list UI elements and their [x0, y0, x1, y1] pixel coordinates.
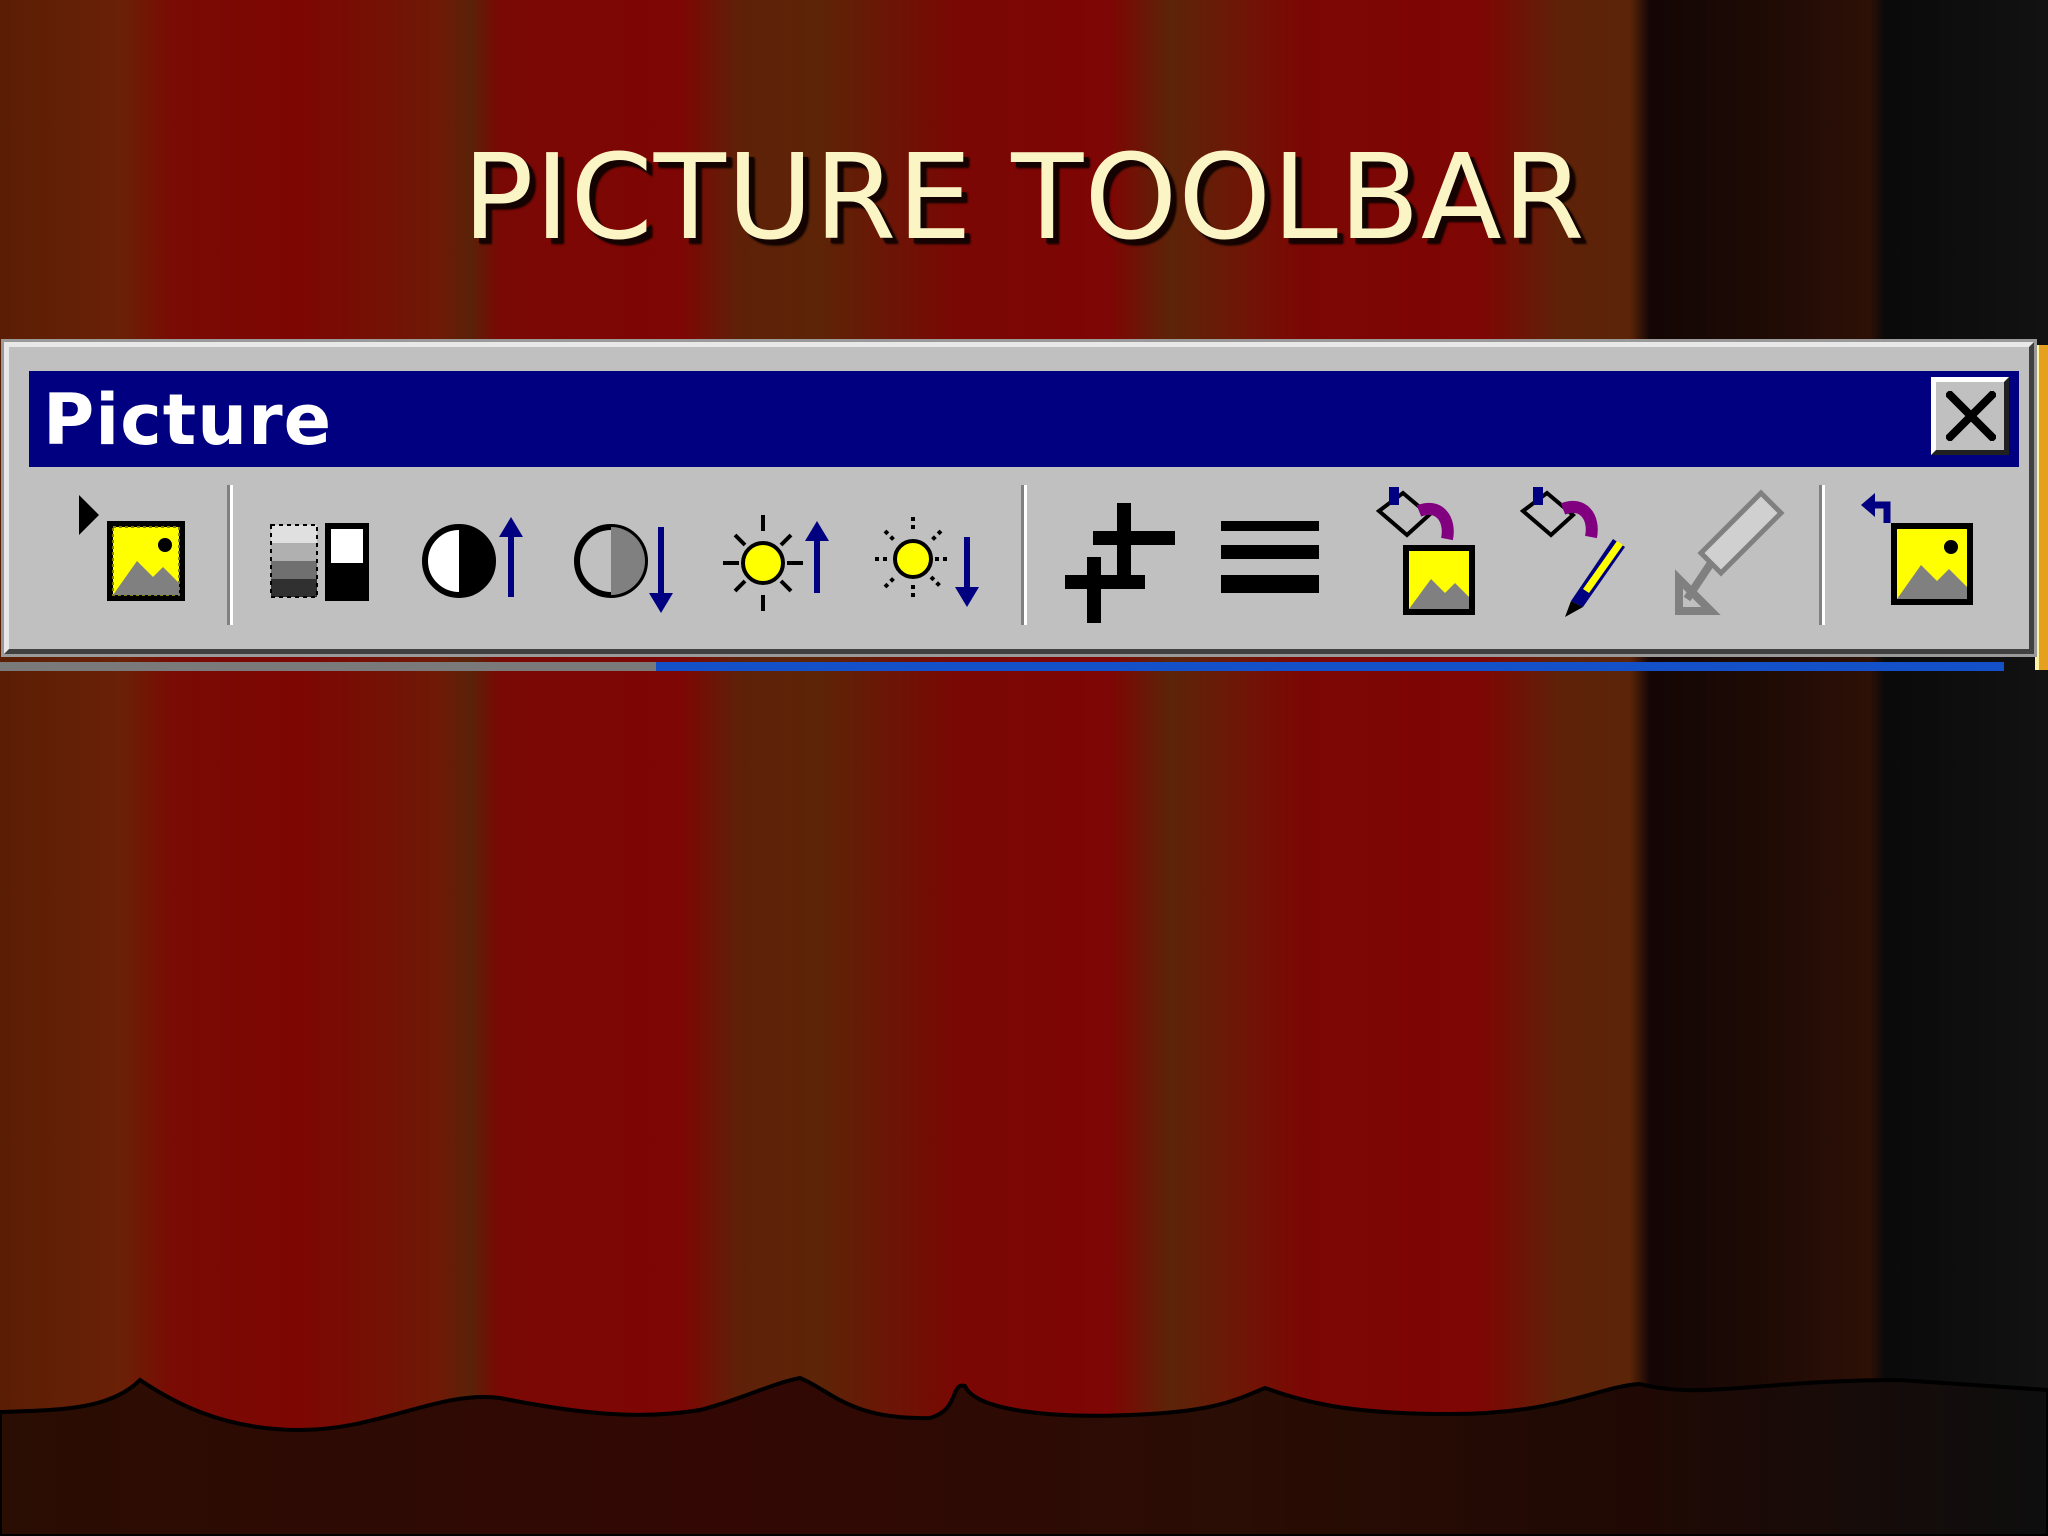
stage-floor: [0, 1375, 2048, 1536]
format-picture-button[interactable]: [1359, 483, 1479, 623]
background-window-edge: [2035, 345, 2048, 670]
less-brightness-button[interactable]: [869, 483, 989, 623]
line-style-icon: [1221, 521, 1319, 593]
toolbar-buttons: [9, 475, 2029, 635]
recolor-picture-button[interactable]: [1509, 483, 1629, 623]
more-brightness-button[interactable]: [717, 483, 837, 623]
set-transparent-color-icon: [1675, 489, 1785, 615]
more-contrast-button[interactable]: [413, 483, 533, 623]
reset-picture-button[interactable]: [1857, 483, 1977, 623]
insert-picture-button[interactable]: [69, 483, 189, 623]
close-icon: [1946, 391, 1996, 441]
recolor-picture-icon: [1519, 487, 1625, 617]
window-title: Picture: [43, 379, 333, 461]
image-control-button[interactable]: [261, 483, 381, 623]
background-strip-blue: [656, 662, 2004, 671]
crop-icon: [1065, 503, 1175, 623]
image-control-icon: [270, 523, 369, 601]
close-button[interactable]: [1931, 377, 2009, 455]
set-transparent-color-button[interactable]: [1669, 483, 1789, 623]
crop-button[interactable]: [1059, 483, 1179, 623]
slide-title: PICTURE TOOLBAR: [462, 128, 1586, 266]
format-picture-icon: [1375, 487, 1475, 615]
window-titlebar[interactable]: Picture: [29, 371, 2019, 467]
less-contrast-button[interactable]: [565, 483, 685, 623]
toolbar-separator: [1021, 485, 1027, 625]
toolbar-separator: [1819, 485, 1825, 625]
more-contrast-icon: [422, 517, 523, 598]
reset-picture-icon: [1861, 493, 1973, 605]
less-contrast-icon: [574, 524, 673, 613]
less-brightness-icon: [875, 517, 979, 607]
insert-picture-icon: [79, 495, 185, 601]
background-strip-gray: [0, 662, 656, 671]
more-brightness-icon: [723, 515, 829, 611]
picture-toolbar-window: Picture: [4, 342, 2034, 654]
line-style-button[interactable]: [1209, 483, 1329, 623]
curtain-background: PICTURE TOOLBAR Picture: [0, 0, 2048, 1536]
toolbar-separator: [227, 485, 233, 625]
